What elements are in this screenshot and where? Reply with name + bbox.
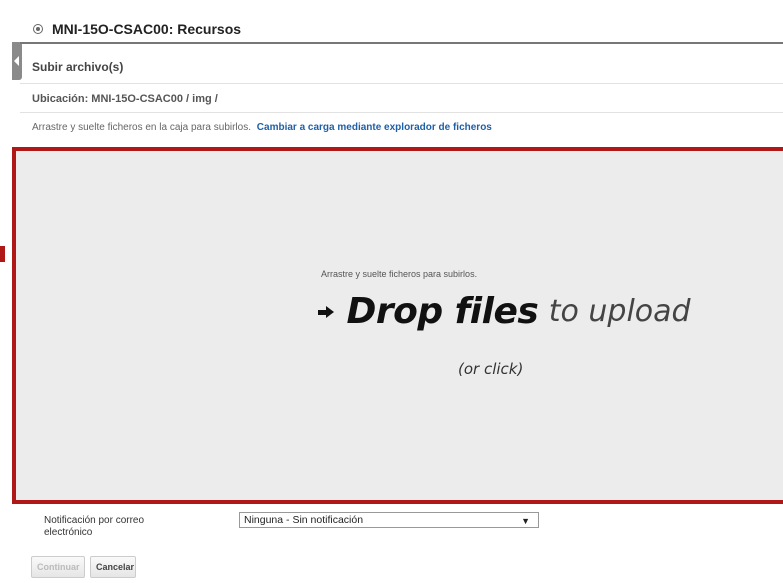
divider [20, 112, 783, 113]
resources-icon [33, 24, 43, 34]
dropzone-hint: Arrastre y suelte ficheros para subirlos… [321, 269, 478, 279]
continue-button[interactable]: Continuar [31, 556, 85, 578]
dropzone-bold-text: Drop files [346, 291, 539, 332]
file-dropzone[interactable]: Arrastre y suelte ficheros para subirlos… [12, 147, 783, 504]
highlight-marker [0, 246, 5, 262]
instructions-text: Arrastre y suelte ficheros en la caja pa… [32, 122, 251, 133]
dropzone-click-hint: (or click) [458, 360, 524, 378]
dropzone-light-text: to upload [548, 294, 691, 329]
header-bar: MNI-15O-CSAC00: Recursos [20, 14, 783, 44]
divider [20, 83, 783, 84]
dropdown-arrow-icon: ▼ [521, 516, 530, 526]
upload-subtitle: Subir archivo(s) [32, 60, 124, 74]
dropzone-headline: Drop files to upload [318, 291, 691, 332]
notification-select[interactable]: Ninguna - Sin notificación ▼ [239, 512, 539, 528]
upload-instructions: Arrastre y suelte ficheros en la caja pa… [32, 122, 492, 133]
notification-label: Notificación por correo electrónico [44, 515, 145, 538]
arrow-right-icon [318, 305, 336, 319]
upload-location: Ubicación: MNI-15O-CSAC00 / img / [32, 93, 218, 105]
notification-selected-value: Ninguna - Sin notificación [244, 514, 364, 526]
cancel-button[interactable]: Cancelar [90, 556, 136, 578]
switch-to-browser-upload-link[interactable]: Cambiar a carga mediante explorador de f… [257, 122, 492, 133]
page-title: MNI-15O-CSAC00: Recursos [52, 21, 242, 37]
sidebar-collapse-handle[interactable] [12, 42, 22, 80]
